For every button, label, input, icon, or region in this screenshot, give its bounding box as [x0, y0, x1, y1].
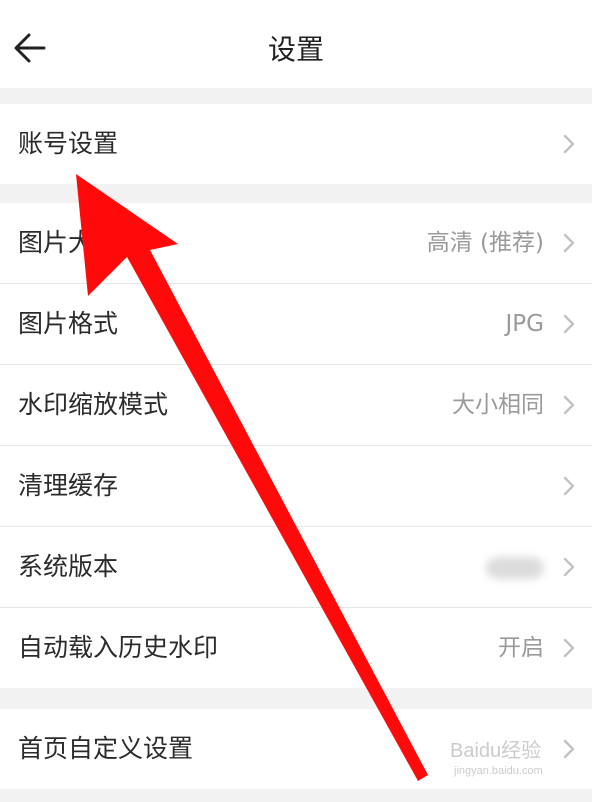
chevron-right-icon — [562, 133, 576, 155]
chevron-right-icon — [562, 637, 576, 659]
chevron-right-icon — [562, 556, 576, 578]
row-value: 大小相同 — [452, 392, 544, 418]
row-label: 图片格式 — [18, 309, 119, 338]
chevron-right-icon — [562, 313, 576, 335]
row-value: JPG — [505, 311, 544, 337]
row-label: 自动载入历史水印 — [18, 633, 219, 662]
row-label: 首页自定义设置 — [18, 734, 194, 763]
row-value: 高清 (推荐) — [426, 230, 544, 256]
settings-row-account[interactable]: 账号设置 — [0, 104, 592, 184]
page-title: 设置 — [267, 33, 324, 66]
account-group: 账号设置 — [0, 104, 592, 184]
chevron-right-icon — [562, 394, 576, 416]
chevron-right-icon — [562, 475, 576, 497]
baidu-watermark: Baidu经验 jingyan.baidu.com — [450, 738, 543, 778]
row-label: 账号设置 — [18, 129, 119, 158]
row-label: 系统版本 — [18, 552, 119, 581]
chevron-right-icon — [562, 738, 576, 760]
top-bar: 设置 — [0, 0, 592, 88]
watermark-subtext: jingyan.baidu.com — [454, 765, 543, 777]
row-label: 清理缓存 — [18, 471, 119, 500]
row-value: 开启 — [498, 635, 544, 661]
settings-row-system-version[interactable]: 系统版本 — [0, 527, 592, 608]
settings-row-auto-load-watermark[interactable]: 自动载入历史水印 开启 — [0, 608, 592, 688]
watermark-text: Baidu经验 — [450, 740, 542, 762]
settings-row-watermark-scale[interactable]: 水印缩放模式 大小相同 — [0, 365, 592, 446]
settings-row-image-size[interactable]: 图片大 高清 (推荐) — [0, 203, 592, 284]
row-label: 图片大 — [18, 228, 94, 257]
settings-row-clear-cache[interactable]: 清理缓存 — [0, 446, 592, 527]
blurred-version-value — [486, 557, 544, 579]
image-settings-group: 图片大 高清 (推荐) 图片格式 JPG 水印缩放模式 大小相同 清理缓存 系统… — [0, 203, 592, 688]
chevron-right-icon — [562, 232, 576, 254]
row-label: 水印缩放模式 — [18, 390, 169, 419]
settings-row-image-format[interactable]: 图片格式 JPG — [0, 284, 592, 365]
